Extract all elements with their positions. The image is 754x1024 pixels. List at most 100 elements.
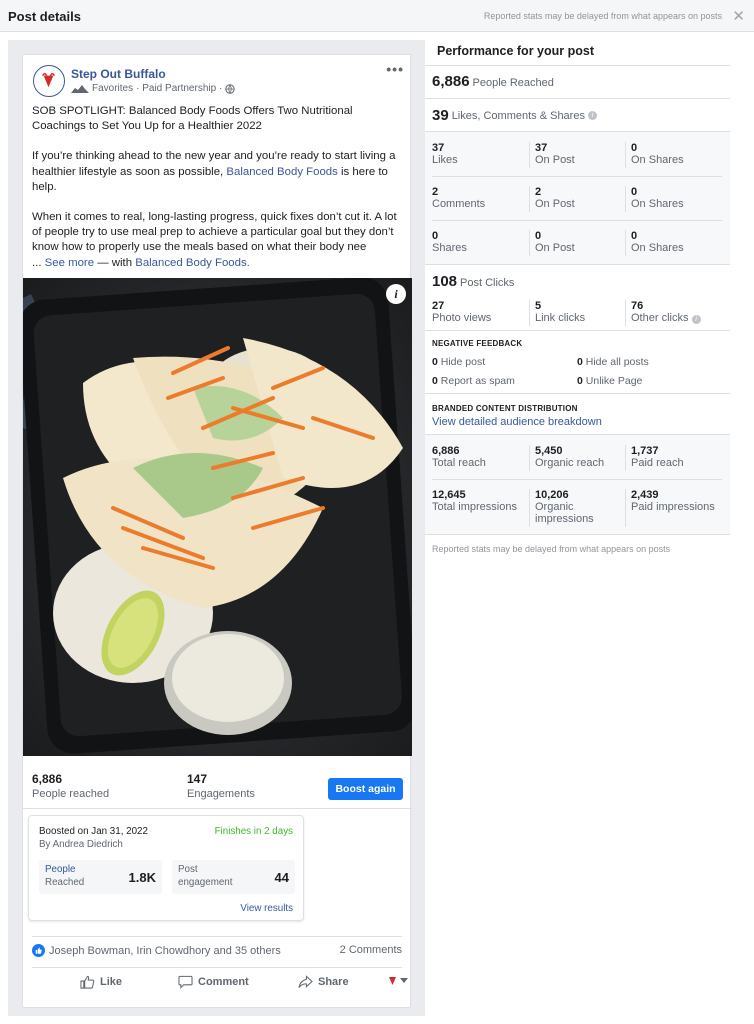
paid-impressions-cell: 2,439 Paid impressions xyxy=(625,489,720,527)
post-text: SOB SPOTLIGHT: Balanced Body Foods Offer… xyxy=(32,104,406,286)
post-paragraph-2: If you’re thinking ahead to the new year… xyxy=(32,150,396,193)
post-card: Step Out Buffalo Favorites · Paid Partne… xyxy=(22,54,412,1008)
boost-reached-value: 1.8K xyxy=(128,870,156,885)
branded-content-section: BRANDED CONTENT DISTRIBUTION View detail… xyxy=(425,394,730,435)
photo-info-icon[interactable]: i xyxy=(386,284,406,304)
comment-button[interactable]: Comment xyxy=(178,975,249,989)
engagements-value: 147 xyxy=(187,772,208,786)
post-subline: Favorites · Paid Partnership · xyxy=(71,83,235,94)
share-icon xyxy=(298,975,313,988)
page-name-link[interactable]: Step Out Buffalo xyxy=(71,67,166,81)
likes-cell: 37 Likes xyxy=(432,142,458,166)
people-reached-summary: 6,886 People reached xyxy=(32,772,109,800)
post-paragraph-3: When it comes to real, long-lasting prog… xyxy=(32,211,397,269)
info-icon[interactable]: i xyxy=(691,315,701,324)
organic-impressions-cell: 10,206 Organic impressions xyxy=(529,489,609,527)
branded-content-title: BRANDED CONTENT DISTRIBUTION xyxy=(432,404,578,413)
delay-note: Reported stats may be delayed from what … xyxy=(483,11,722,21)
balanced-body-foods-link[interactable]: Balanced Body Foods xyxy=(226,166,337,178)
lcs-label: Likes, Comments & Shares xyxy=(451,109,585,122)
performance-title: Performance for your post xyxy=(437,44,594,58)
reactors-text: Joseph Bowman, Irin Chowdhory and 35 oth… xyxy=(49,944,281,957)
comment-icon xyxy=(178,975,193,989)
post-photo[interactable]: i xyxy=(23,278,412,756)
people-reached-value: 6,886 xyxy=(32,772,63,786)
share-button[interactable]: Share xyxy=(298,975,349,989)
comments-cell: 2 Comments xyxy=(432,186,486,210)
shares-cell: 0 Shares xyxy=(432,230,467,254)
globe-icon xyxy=(225,83,235,94)
performance-header: Performance for your post xyxy=(425,40,730,66)
boost-details-box: Boosted on Jan 31, 2022 By Andrea Diedri… xyxy=(28,815,304,921)
reach-impressions-section: 6,886 Total reach 5,450 Organic reach 1,73… xyxy=(425,435,730,535)
other-clicks-cell: 76 Other clicks i xyxy=(625,300,720,326)
close-icon[interactable]: ✕ xyxy=(732,7,745,25)
engagements-label: Engagements xyxy=(187,788,255,800)
total-reach-cell: 6,886 Total reach xyxy=(432,445,486,469)
like-reaction-icon xyxy=(32,944,45,957)
post-preview-panel: Step Out Buffalo Favorites · Paid Partne… xyxy=(8,40,425,1016)
people-reached-tile: People Reached 1.8K xyxy=(39,860,162,894)
likes-on-shares-cell: 0 On Shares xyxy=(625,142,720,168)
hide-all-posts-stat: 0 Hide all posts xyxy=(577,356,649,368)
performance-panel: Performance for your post 6,886 People Re… xyxy=(425,40,730,565)
post-headline: SOB SPOTLIGHT: Balanced Body Foods Offer… xyxy=(32,105,353,133)
performance-footer-note: Reported stats may be delayed from what … xyxy=(432,544,671,554)
page-avatar[interactable] xyxy=(33,65,65,97)
people-reached-section: 6,886 People Reached xyxy=(425,66,730,99)
comments-on-post-cell: 2 On Post xyxy=(529,186,624,212)
paid-reach-cell: 1,737 Paid reach xyxy=(625,445,720,471)
view-results-link[interactable]: View results xyxy=(240,903,293,914)
engagement-breakdown: 37 Likes 37 On Post 0 On Shares 2 Comments 2… xyxy=(425,132,730,265)
link-clicks-cell: 5 Link clicks xyxy=(529,300,624,326)
total-impressions-cell: 12,645 Total impressions xyxy=(432,489,517,513)
boost-date: Boosted on Jan 31, 2022 xyxy=(39,826,148,837)
meal-prep-photo xyxy=(23,278,412,756)
more-options-icon[interactable]: ••• xyxy=(386,61,404,77)
info-icon[interactable]: i xyxy=(587,111,597,120)
likes-on-post-cell: 37 On Post xyxy=(529,142,624,168)
photo-views-cell: 27 Photo views xyxy=(432,300,492,324)
shares-on-post-cell: 0 On Post xyxy=(529,230,624,256)
organic-reach-cell: 5,450 Organic reach xyxy=(529,445,624,471)
tagged-page-link[interactable]: Balanced Body Foods. xyxy=(135,257,250,269)
comments-on-shares-cell: 0 On Shares xyxy=(625,186,720,212)
boost-again-button[interactable]: Boost again xyxy=(328,778,403,800)
post-summary-row: 6,886 People reached 147 Engagements Boo… xyxy=(23,766,412,808)
comments-count[interactable]: 2 Comments xyxy=(340,944,402,956)
people-reached-total: 6,886 xyxy=(432,73,470,90)
boost-author: By Andrea Diedrich xyxy=(39,839,123,850)
chevron-down-icon xyxy=(400,978,408,983)
post-as-selector[interactable] xyxy=(388,975,408,986)
post-clicks-label: Post Clicks xyxy=(460,277,515,289)
reactors[interactable]: Joseph Bowman, Irin Chowdhory and 35 oth… xyxy=(32,944,281,957)
boost-finish-status: Finishes in 2 days xyxy=(214,826,293,837)
see-more-link[interactable]: See more xyxy=(45,257,94,269)
report-spam-stat: 0 Report as spam xyxy=(432,375,515,387)
reactions-row: Joseph Bowman, Irin Chowdhory and 35 oth… xyxy=(32,936,402,957)
lcs-total: 39 xyxy=(432,107,449,124)
engagements-summary: 147 Engagements xyxy=(187,772,255,800)
negative-feedback-section: NEGATIVE FEEDBACK 0 Hide post 0 Hide all… xyxy=(425,331,730,394)
post-clicks-section: 108 Post Clicks 27 Photo views 5 Link click… xyxy=(425,265,730,331)
like-button[interactable]: Like xyxy=(80,975,122,989)
dialog-title: Post details xyxy=(8,9,81,24)
header-bar: Post details Reported stats may be delay… xyxy=(0,0,754,32)
people-reached-label: People reached xyxy=(32,788,110,800)
paid-partnership-label: · Paid Partnership · xyxy=(136,83,223,94)
post-engagement-tile: Post engagement 44 xyxy=(172,860,295,894)
divider xyxy=(23,808,412,809)
favorites-icon xyxy=(71,85,89,93)
boost-engagement-value: 44 xyxy=(274,870,289,885)
audience-breakdown-link[interactable]: View detailed audience breakdown xyxy=(432,416,602,428)
page-avatar-mini-icon xyxy=(389,977,396,985)
favorites-label: Favorites xyxy=(92,83,134,94)
unlike-page-stat: 0 Unlike Page xyxy=(577,375,643,387)
likes-comments-shares-section: 39 Likes, Comments & Shares i xyxy=(425,99,730,132)
people-reached-label: People Reached xyxy=(472,77,554,89)
buffalo-logo-icon xyxy=(42,73,55,88)
shares-on-shares-cell: 0 On Shares xyxy=(625,230,720,256)
post-clicks-total: 108 xyxy=(432,273,458,290)
negative-feedback-title: NEGATIVE FEEDBACK xyxy=(432,339,523,348)
post-actions-row: Like Comment Share xyxy=(32,967,408,997)
